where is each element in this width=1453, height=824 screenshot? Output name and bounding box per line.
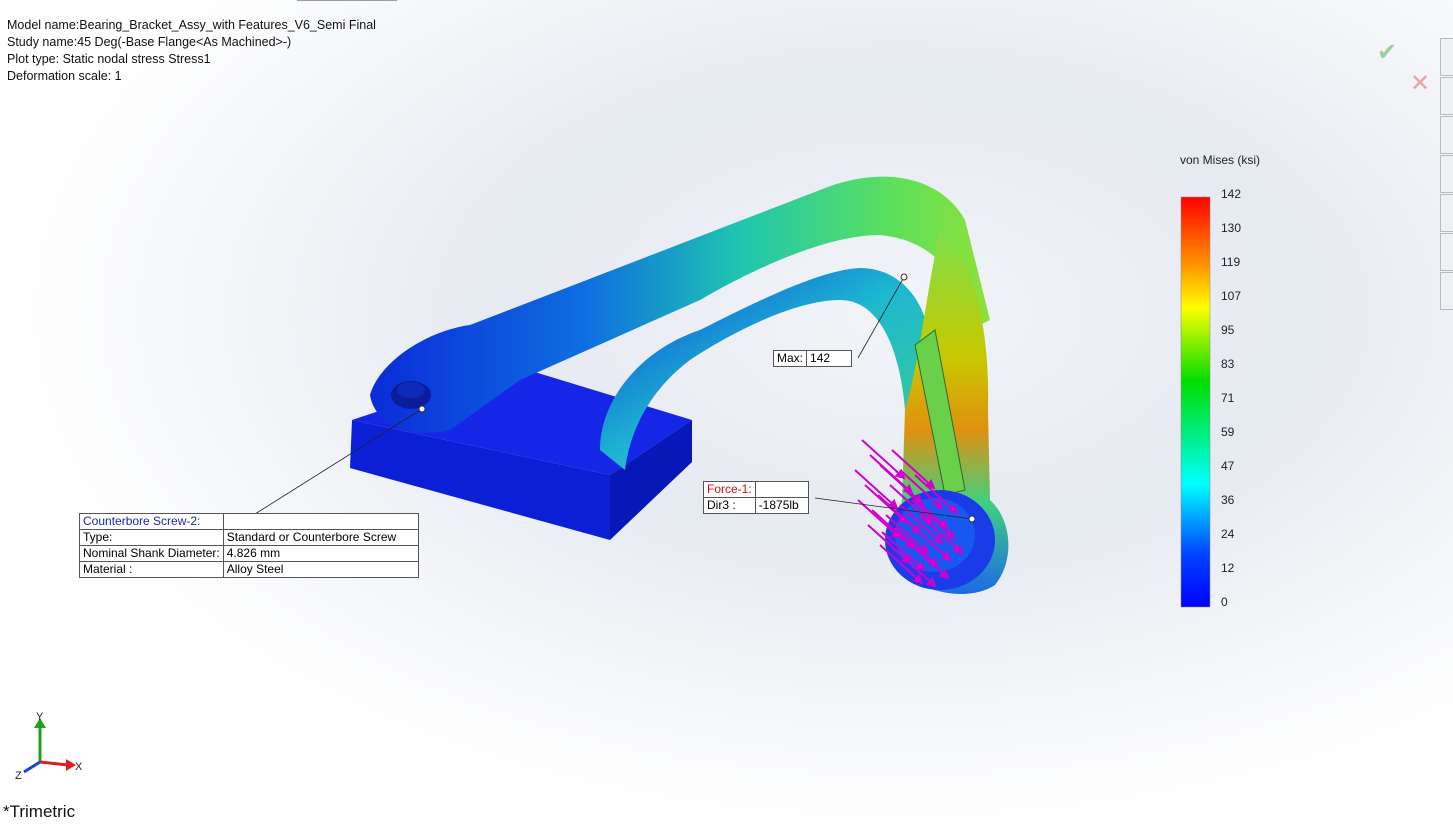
legend-tick-label: 119	[1221, 255, 1241, 269]
legend-tick-label: 0	[1221, 595, 1228, 609]
screw-material-label: Material :	[79, 561, 224, 578]
force-dir-value: -1875lb	[754, 497, 809, 514]
legend-tick-label: 107	[1221, 289, 1242, 303]
graphics-area[interactable]: Model name:Bearing_Bracket_Assy_with Fea…	[0, 0, 1453, 824]
force-pick-point	[968, 515, 976, 523]
legend-color-bar	[1180, 196, 1211, 608]
screw-head-top	[397, 382, 425, 398]
legend-tick-label: 83	[1221, 357, 1235, 371]
screw-pick-point	[418, 405, 426, 413]
force-arrow	[861, 439, 906, 480]
legend-tick-label: 130	[1221, 221, 1242, 235]
screw-diameter-label: Nominal Shank Diameter:	[79, 545, 224, 562]
screw-material-value: Alloy Steel	[222, 561, 419, 578]
force-callout[interactable]: Force-1: Dir3 : -1875lb	[703, 481, 809, 514]
force-arrow	[864, 484, 909, 525]
legend-tick-label: 142	[1221, 187, 1242, 201]
triad-z-label: Z	[15, 770, 22, 782]
screw-diameter-value: 4.826 mm	[222, 545, 419, 562]
screw-type-label: Type:	[79, 529, 224, 546]
force-title: Force-1:	[703, 481, 756, 498]
screw-type-value: Standard or Counterbore Screw	[222, 529, 419, 546]
legend-tick-label: 71	[1221, 391, 1235, 405]
legend-tick-label: 24	[1221, 527, 1235, 541]
axis-triad[interactable]: Y X Z	[15, 711, 83, 782]
legend-tick-label: 95	[1221, 323, 1235, 337]
legend-title: von Mises (ksi)	[1180, 153, 1261, 167]
triad-x-label: X	[75, 761, 83, 773]
screw-callout[interactable]: Counterbore Screw-2: Type: Standard or C…	[79, 513, 419, 578]
legend-tick-label: 12	[1221, 561, 1235, 575]
legend-tick-label: 36	[1221, 493, 1235, 507]
triad-y-label: Y	[36, 711, 44, 723]
stress-plot-model[interactable]: Y X Z	[0, 0, 1453, 824]
screw-title: Counterbore Screw-2:	[79, 513, 224, 530]
force-dir-label: Dir3 :	[703, 497, 756, 514]
legend-tick-label: 59	[1221, 425, 1235, 439]
max-label: Max:	[772, 350, 808, 367]
max-value: 142	[806, 350, 853, 367]
max-callout[interactable]: Max: 142	[772, 350, 853, 367]
view-orientation-label: *Trimetric	[3, 802, 76, 821]
legend-tick-label: 47	[1221, 459, 1235, 473]
max-pick-point	[900, 273, 908, 281]
